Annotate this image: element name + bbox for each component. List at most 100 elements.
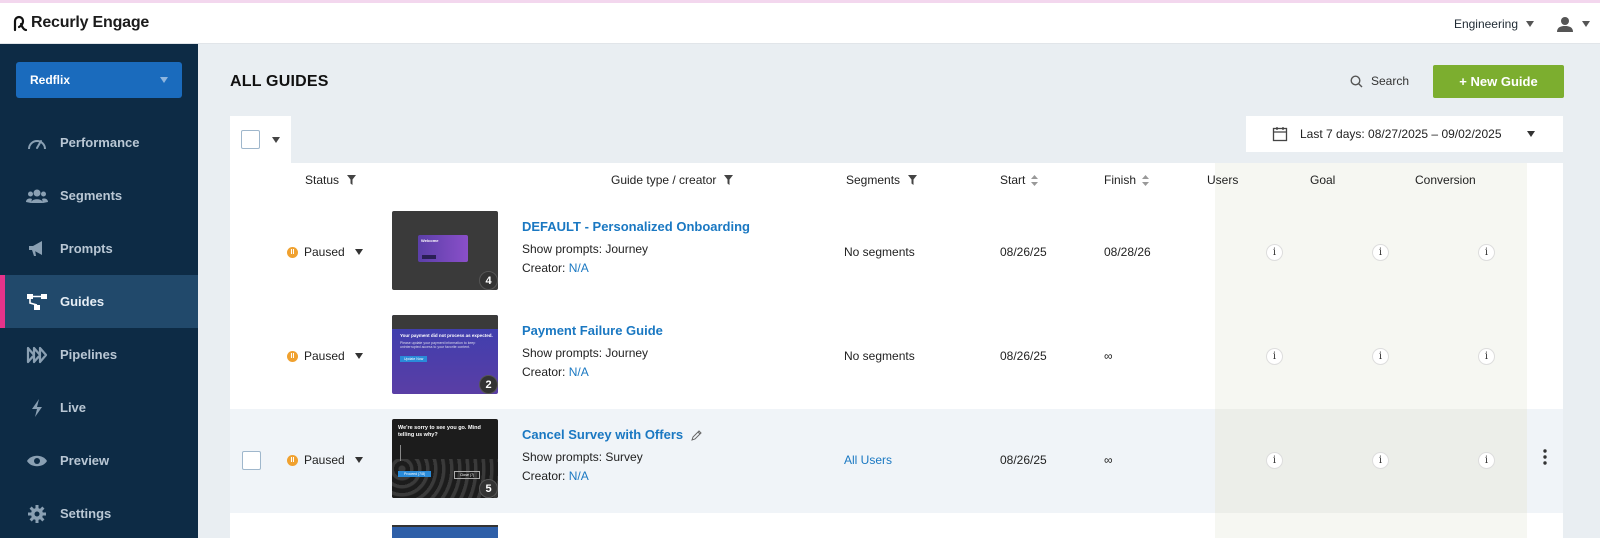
guide-title-link[interactable]: Payment Failure Guide xyxy=(522,323,663,338)
sidebar: Redflix Performance Segments Prompts Gui… xyxy=(0,44,198,538)
chevron-down-icon xyxy=(1526,20,1534,27)
segments-link[interactable]: All Users xyxy=(844,453,892,467)
users-info-icon[interactable]: i xyxy=(1266,452,1283,469)
sidebar-item-live[interactable]: Live xyxy=(0,381,198,434)
goal-info-icon[interactable]: i xyxy=(1372,348,1389,365)
step-count-badge: 4 xyxy=(479,271,498,290)
header-start[interactable]: Start xyxy=(1000,173,1039,187)
more-options-icon[interactable] xyxy=(1543,449,1547,465)
start-date: 08/26/25 xyxy=(1000,453,1047,467)
date-range-picker[interactable]: Last 7 days: 08/27/2025 – 09/02/2025 xyxy=(1246,116,1563,152)
pencil-icon[interactable] xyxy=(691,429,703,441)
status-dropdown[interactable]: II Paused xyxy=(287,453,363,467)
filter-icon xyxy=(724,175,734,185)
header-label: Start xyxy=(1000,173,1026,187)
guide-title-link[interactable]: DEFAULT - Personalized Onboarding xyxy=(522,219,750,234)
org-name: Engineering xyxy=(1453,16,1518,31)
thumbnail-button: Proceed (7/8) xyxy=(398,471,432,477)
bulk-select xyxy=(230,116,291,163)
header-segments[interactable]: Segments xyxy=(846,173,918,187)
eye-icon xyxy=(26,450,48,472)
conversion-info-icon[interactable]: i xyxy=(1478,452,1495,469)
status-label: Paused xyxy=(304,349,345,363)
thumbnail-button xyxy=(422,255,436,259)
guide-thumbnail[interactable]: We're sorry to see you go. Mind telling … xyxy=(392,419,498,498)
creator-link[interactable]: N/A xyxy=(569,365,589,379)
sidebar-item-label: Guides xyxy=(60,294,105,309)
chevron-down-icon xyxy=(354,353,363,359)
app-selector[interactable]: Redflix xyxy=(16,62,182,98)
table-row[interactable] xyxy=(230,513,1563,538)
chevron-down-icon xyxy=(1527,131,1535,137)
header-goal: Goal xyxy=(1310,173,1335,187)
header-guide-type[interactable]: Guide type / creator xyxy=(611,173,734,187)
sidebar-item-settings[interactable]: Settings xyxy=(0,487,198,538)
conversion-info-icon[interactable]: i xyxy=(1478,348,1495,365)
guide-title-link[interactable]: Cancel Survey with Offers xyxy=(522,427,703,442)
creator-link[interactable]: N/A xyxy=(569,469,589,483)
megaphone-icon xyxy=(26,238,48,260)
sidebar-item-segments[interactable]: Segments xyxy=(0,169,198,222)
goal-info-icon[interactable]: i xyxy=(1372,452,1389,469)
thumbnail-body: Please update your payment information t… xyxy=(400,341,476,349)
status-dropdown[interactable]: II Paused xyxy=(287,349,363,363)
sidebar-item-preview[interactable]: Preview xyxy=(0,434,198,487)
table-row[interactable]: II Paused We're sorry to see you go. Min… xyxy=(230,409,1563,513)
calendar-icon xyxy=(1272,127,1288,142)
sidebar-item-prompts[interactable]: Prompts xyxy=(0,222,198,275)
top-bar: Recurly Engage Engineering xyxy=(0,0,1600,44)
segments-value: No segments xyxy=(844,245,915,259)
table-row[interactable]: II Paused Your payment did not process a… xyxy=(230,305,1563,409)
creator-link[interactable]: N/A xyxy=(569,261,589,275)
chevron-down-icon xyxy=(1582,20,1590,27)
sidebar-item-pipelines[interactable]: Pipelines xyxy=(0,328,198,381)
sidebar-item-performance[interactable]: Performance xyxy=(0,116,198,169)
header-label: Segments xyxy=(846,173,901,187)
flow-icon xyxy=(26,291,48,313)
gear-icon xyxy=(26,503,48,525)
row-checkbox[interactable] xyxy=(242,451,261,470)
start-date: 08/26/25 xyxy=(1000,245,1047,259)
new-guide-button[interactable]: + New Guide xyxy=(1433,65,1564,98)
search-icon xyxy=(1350,74,1363,87)
thumbnail-options xyxy=(400,445,440,461)
table-row[interactable]: II Paused Welcome 4 DEFAULT - Personaliz… xyxy=(230,201,1563,305)
users-info-icon[interactable]: i xyxy=(1266,348,1283,365)
guide-thumbnail[interactable]: Welcome 4 xyxy=(392,211,498,290)
guide-thumbnail[interactable]: Your payment did not process as expected… xyxy=(392,315,498,394)
sidebar-item-label: Segments xyxy=(60,188,123,203)
header-finish[interactable]: Finish xyxy=(1104,173,1150,187)
users-info-icon[interactable]: i xyxy=(1266,244,1283,261)
sidebar-item-label: Preview xyxy=(60,453,110,468)
guide-thumbnail[interactable] xyxy=(392,525,498,538)
logo[interactable]: Recurly Engage xyxy=(12,14,149,32)
thumbnail-title: Welcome xyxy=(421,238,439,243)
sidebar-item-label: Settings xyxy=(60,506,112,521)
sidebar-item-label: Prompts xyxy=(60,241,113,256)
chevron-down-icon xyxy=(160,77,168,83)
chevron-down-icon xyxy=(354,249,363,255)
goal-info-icon[interactable]: i xyxy=(1372,244,1389,261)
show-prompts-text: Show prompts: Journey xyxy=(522,242,649,256)
search-button[interactable]: Search xyxy=(1350,74,1409,88)
thumbnail-close-button: Close (7) xyxy=(454,471,481,479)
show-prompts-text: Show prompts: Journey xyxy=(522,346,649,360)
table-header: Status Guide type / creator Segments Sta… xyxy=(230,163,1563,201)
sidebar-item-label: Performance xyxy=(60,135,140,150)
org-selector[interactable]: Engineering xyxy=(1454,17,1534,31)
finish-date: 08/28/26 xyxy=(1104,245,1151,259)
filter-icon xyxy=(347,175,357,185)
conversion-info-icon[interactable]: i xyxy=(1478,244,1495,261)
status-dropdown[interactable]: II Paused xyxy=(287,245,363,259)
header-label: Users xyxy=(1207,173,1239,187)
sidebar-item-guides[interactable]: Guides xyxy=(0,275,198,328)
user-menu[interactable] xyxy=(1556,16,1590,32)
thumbnail-header xyxy=(392,315,498,329)
chevron-down-icon[interactable] xyxy=(272,136,280,143)
header-status[interactable]: Status xyxy=(305,173,357,187)
app-selector-label: Redflix xyxy=(30,73,71,87)
select-all-checkbox[interactable] xyxy=(241,130,260,149)
segments-value: No segments xyxy=(844,349,915,363)
thumbnail-title: Your payment did not process as expected… xyxy=(400,333,493,338)
pipelines-icon xyxy=(26,344,48,366)
